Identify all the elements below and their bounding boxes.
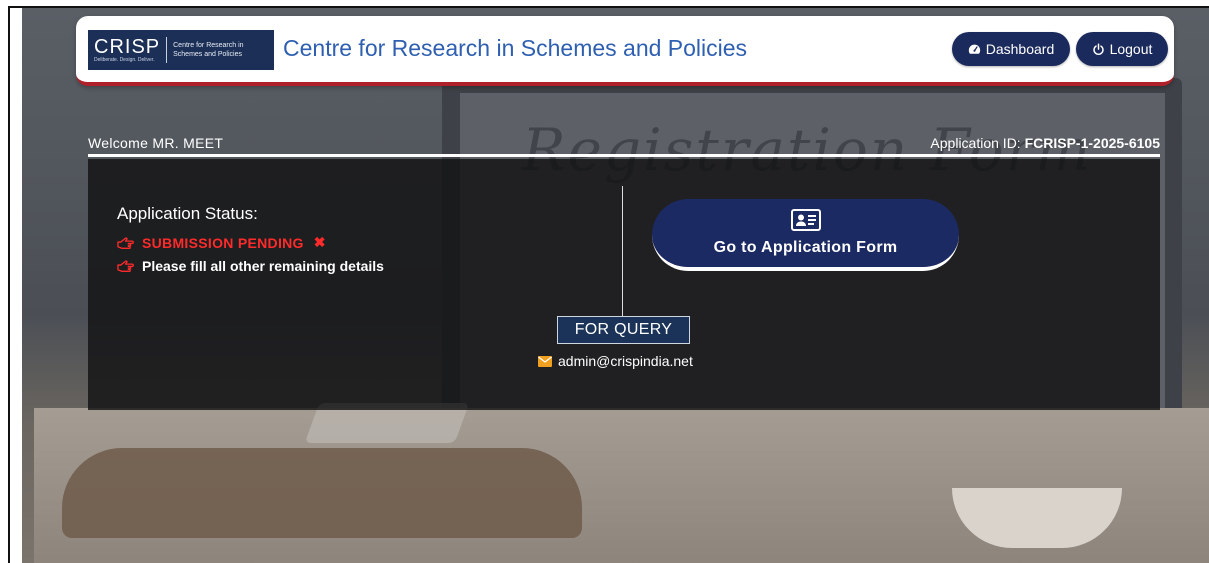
- bg-hand: [62, 448, 582, 538]
- top-header: CRISP Deliberate. Design. Deliver. Centr…: [76, 16, 1174, 86]
- crisp-logo[interactable]: CRISP Deliberate. Design. Deliver. Centr…: [88, 30, 274, 70]
- status-pending-line: SUBMISSION PENDING ✖: [117, 234, 326, 251]
- site-title: Centre for Research in Schemes and Polic…: [283, 35, 748, 61]
- application-id-value: FCRISP-1-2025-6105: [1024, 135, 1160, 151]
- welcome-bar: Welcome MR. MEET Application ID: FCRISP-…: [88, 133, 1160, 157]
- tachometer-icon: [968, 44, 980, 54]
- id-card-icon: [790, 209, 821, 231]
- logout-button[interactable]: Logout: [1076, 32, 1168, 66]
- logo-tagline: Deliberate. Design. Deliver.: [94, 57, 155, 63]
- x-icon: ✖: [313, 234, 326, 250]
- application-id: Application ID: FCRISP-1-2025-6105: [930, 135, 1160, 151]
- go-to-application-form-button[interactable]: Go to Application Form: [652, 199, 959, 271]
- status-message-line: Please fill all other remaining details: [117, 258, 384, 274]
- for-query-label: FOR QUERY: [557, 316, 690, 344]
- dashboard-label: Dashboard: [985, 41, 1055, 57]
- logo-subtitle: Centre for Research in Schemes and Polic…: [173, 42, 244, 58]
- dashboard-button[interactable]: Dashboard: [952, 32, 1070, 66]
- status-title: Application Status:: [117, 204, 258, 223]
- application-id-label: Application ID:: [930, 135, 1021, 151]
- welcome-text: Welcome MR. MEET: [88, 135, 224, 151]
- logo-wordmark: CRISP: [94, 36, 161, 58]
- logo-divider: [166, 37, 168, 63]
- query-email-text[interactable]: admin@crispindia.net: [558, 353, 693, 369]
- envelope-icon: [538, 355, 552, 367]
- pending-status-text: SUBMISSION PENDING: [142, 234, 304, 251]
- status-panel: Application Status: SUBMISSION PENDING ✖…: [88, 159, 1160, 410]
- hand-pointer-icon: [117, 236, 134, 249]
- logout-label: Logout: [1109, 41, 1153, 57]
- vertical-divider: [622, 186, 623, 316]
- power-icon: [1092, 42, 1104, 55]
- query-email[interactable]: admin@crispindia.net: [538, 353, 693, 369]
- hand-pointer-icon: [117, 260, 134, 272]
- status-message-text: Please fill all other remaining details: [142, 258, 384, 274]
- go-to-form-label: Go to Application Form: [713, 239, 898, 256]
